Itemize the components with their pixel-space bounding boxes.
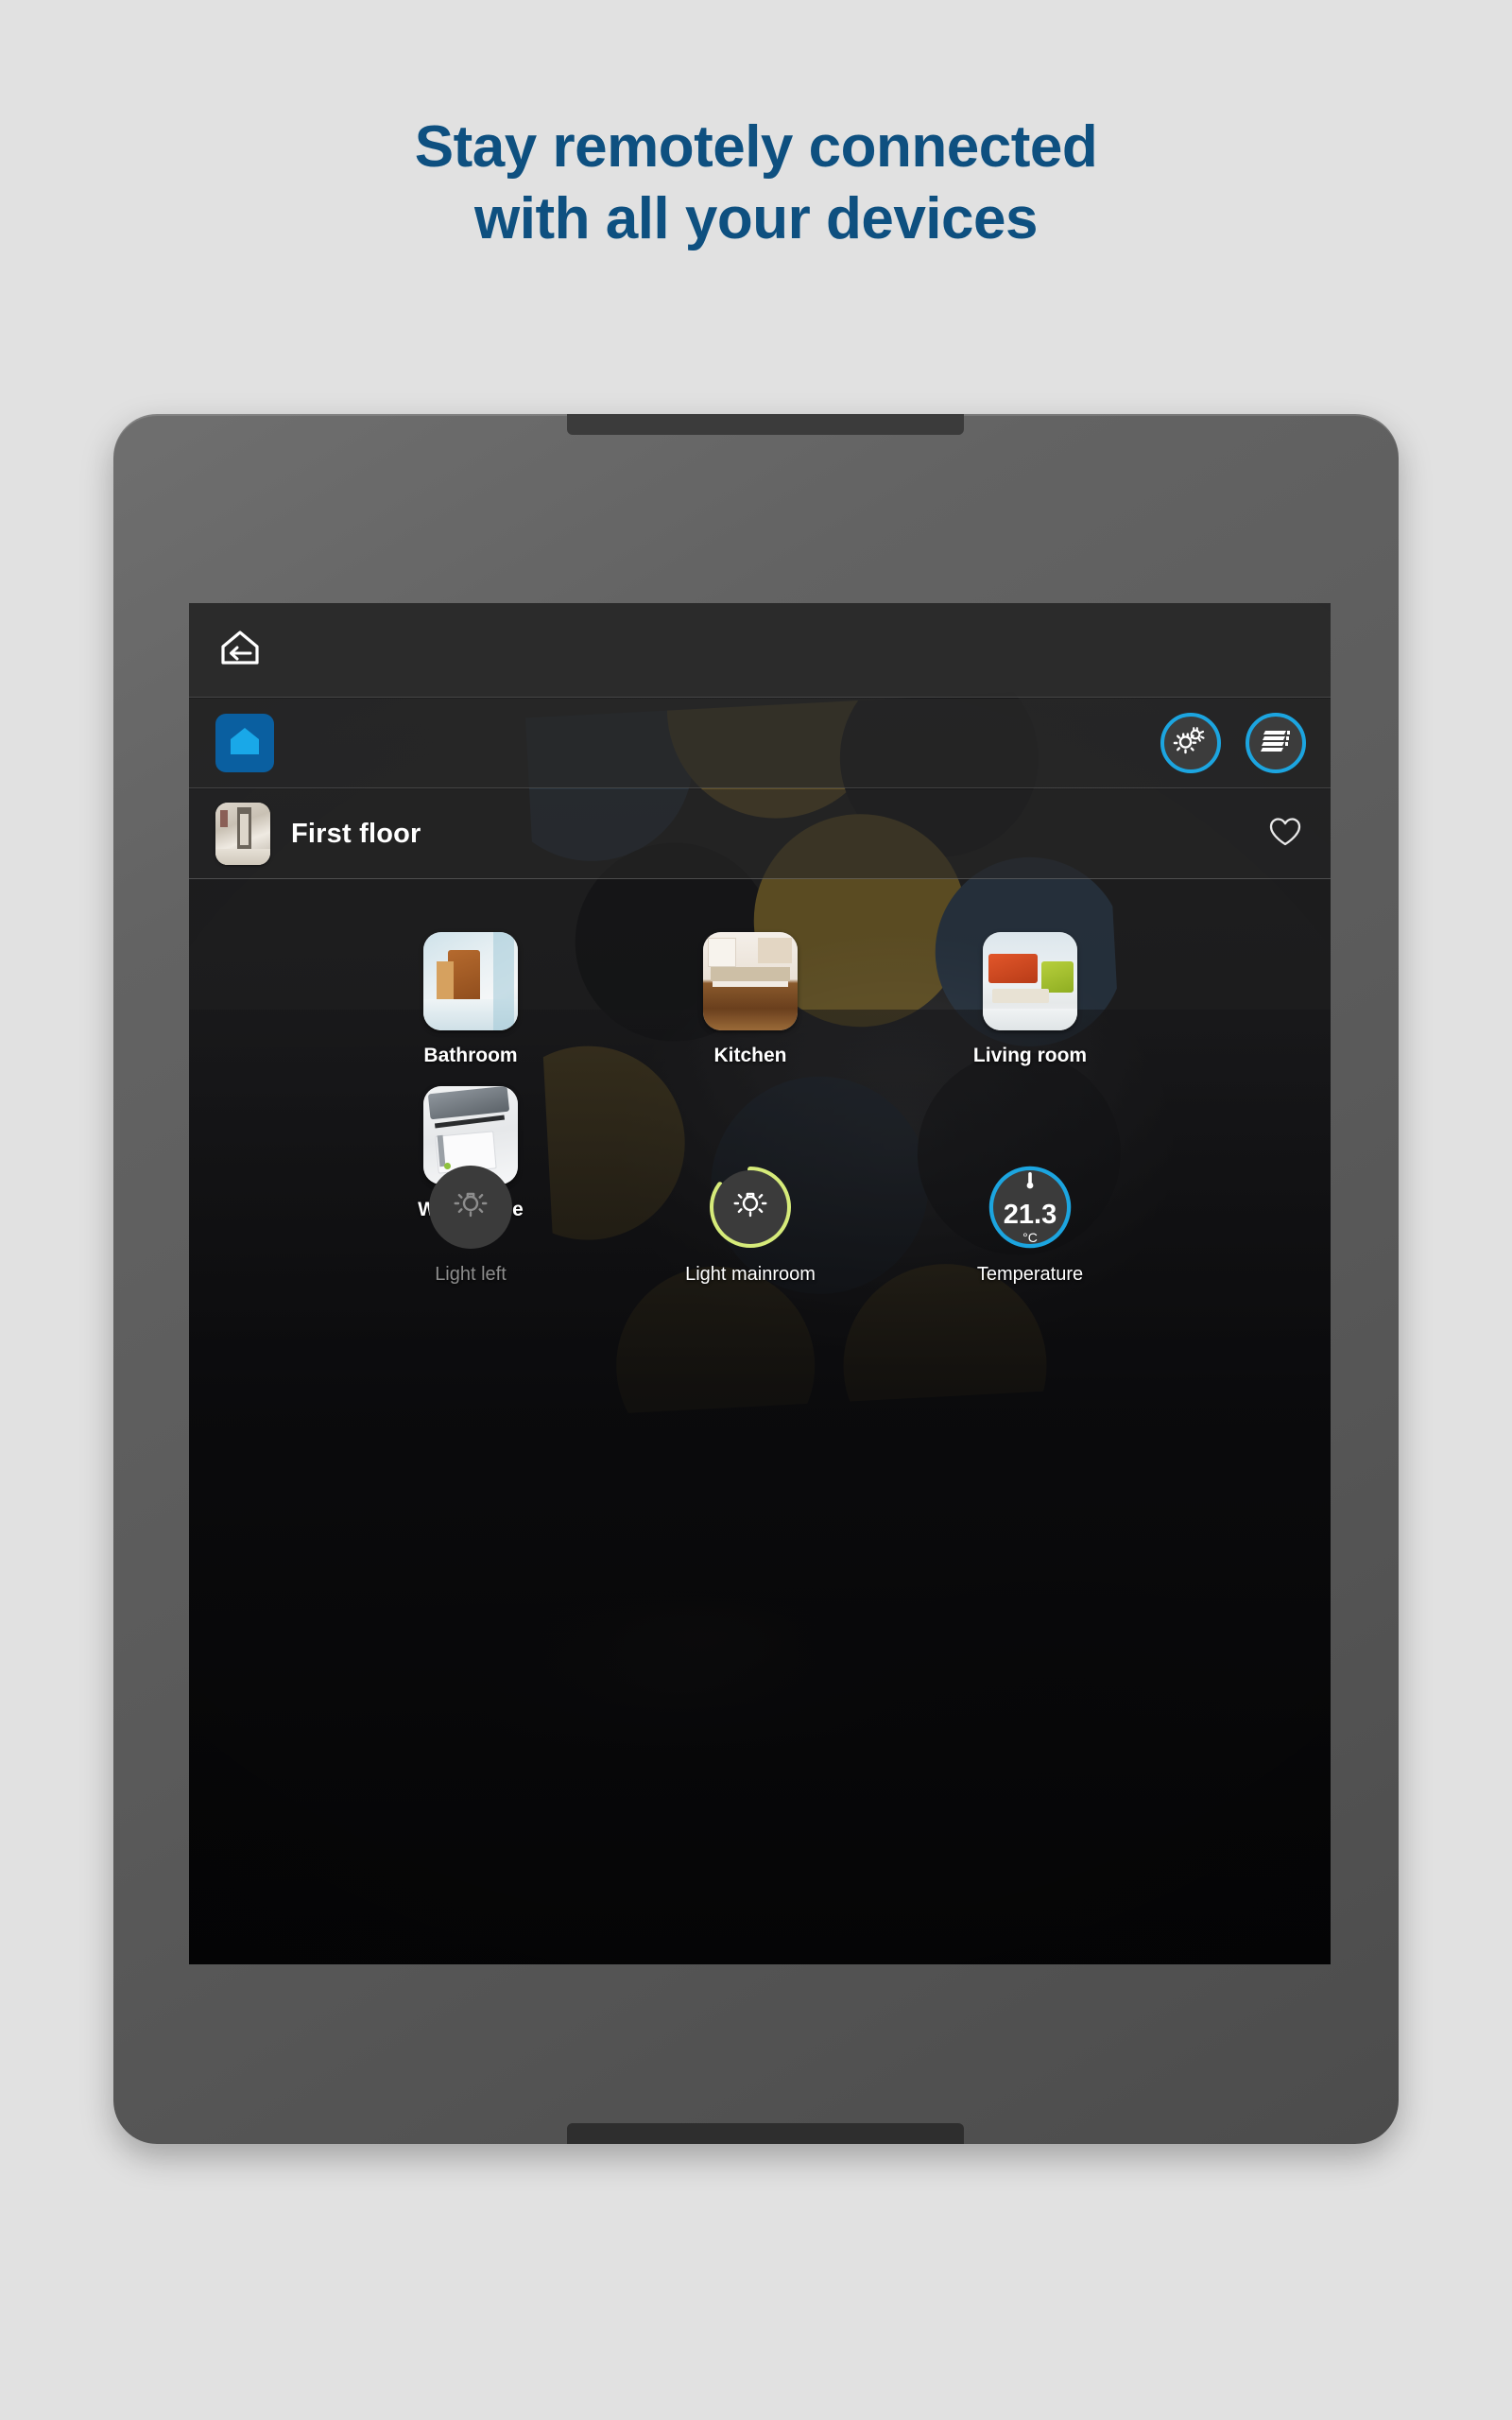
device-dial[interactable] [429,1166,512,1249]
floor-title: First floor [291,818,421,849]
floor-thumbnail [215,803,270,865]
device-label: Light mainroom [685,1264,816,1285]
light-bulb-icon [729,1184,772,1231]
rooms-row-1: Bathroom Kitchen Living room [189,913,1331,1067]
room-label: Kitchen [713,1045,787,1066]
blinds-shortcut-button[interactable] [1246,713,1306,773]
device-dial[interactable] [709,1166,792,1249]
room-thumbnail [423,932,518,1030]
room-label: Bathroom [423,1045,518,1066]
device-light-mainroom[interactable]: Light mainroom [610,1166,890,1286]
room-label: Living room [972,1045,1088,1066]
floor-row[interactable]: First floor [189,789,1331,879]
dial-face [429,1166,512,1249]
smart-home-app: First floor Bathroom Kitchen Living room… [189,603,1331,1964]
app-top-bar [189,603,1331,698]
temperature-unit: °C [1022,1230,1038,1245]
tablet-device-frame: First floor Bathroom Kitchen Living room… [113,414,1399,2144]
heart-outline-icon[interactable] [1268,816,1302,853]
home-button[interactable] [215,714,274,772]
lights-shortcut-button[interactable] [1160,713,1221,773]
page-headline: Stay remotely connected with all your de… [0,112,1512,254]
room-thumbnail [703,932,798,1030]
tablet-screen: First floor Bathroom Kitchen Living room… [189,603,1331,1964]
device-temperature[interactable]: 21.3 °C Temperature [890,1166,1170,1286]
thermometer-icon [1022,1170,1038,1196]
house-back-arrow-icon[interactable] [219,629,261,671]
room-tile-bathroom[interactable]: Bathroom [331,913,610,1067]
device-light-left[interactable]: Light left [331,1166,610,1286]
light-bulb-icon [449,1184,492,1231]
lights-group-icon [1173,725,1209,762]
home-bar-actions [1160,713,1306,773]
tablet-bottom-speaker [567,2123,964,2144]
blinds-icon [1260,727,1292,760]
temperature-value: 21.3 [1003,1200,1057,1230]
house-icon [229,726,261,761]
headline-line-1: Stay remotely connected [414,114,1098,180]
device-label: Light left [435,1264,507,1285]
app-home-bar [189,699,1331,788]
room-tile-living-room[interactable]: Living room [890,913,1170,1067]
dial-face [713,1170,787,1244]
tablet-top-speaker [567,414,964,435]
dial-face: 21.3 °C [993,1170,1067,1244]
device-label: Temperature [976,1264,1084,1285]
devices-row: Light left Light mainroom 21.3 °C Temper… [189,1166,1331,1286]
device-dial[interactable]: 21.3 °C [988,1166,1072,1249]
headline-line-2: with all your devices [474,185,1038,251]
room-thumbnail [983,932,1077,1030]
room-tile-kitchen[interactable]: Kitchen [610,913,890,1067]
